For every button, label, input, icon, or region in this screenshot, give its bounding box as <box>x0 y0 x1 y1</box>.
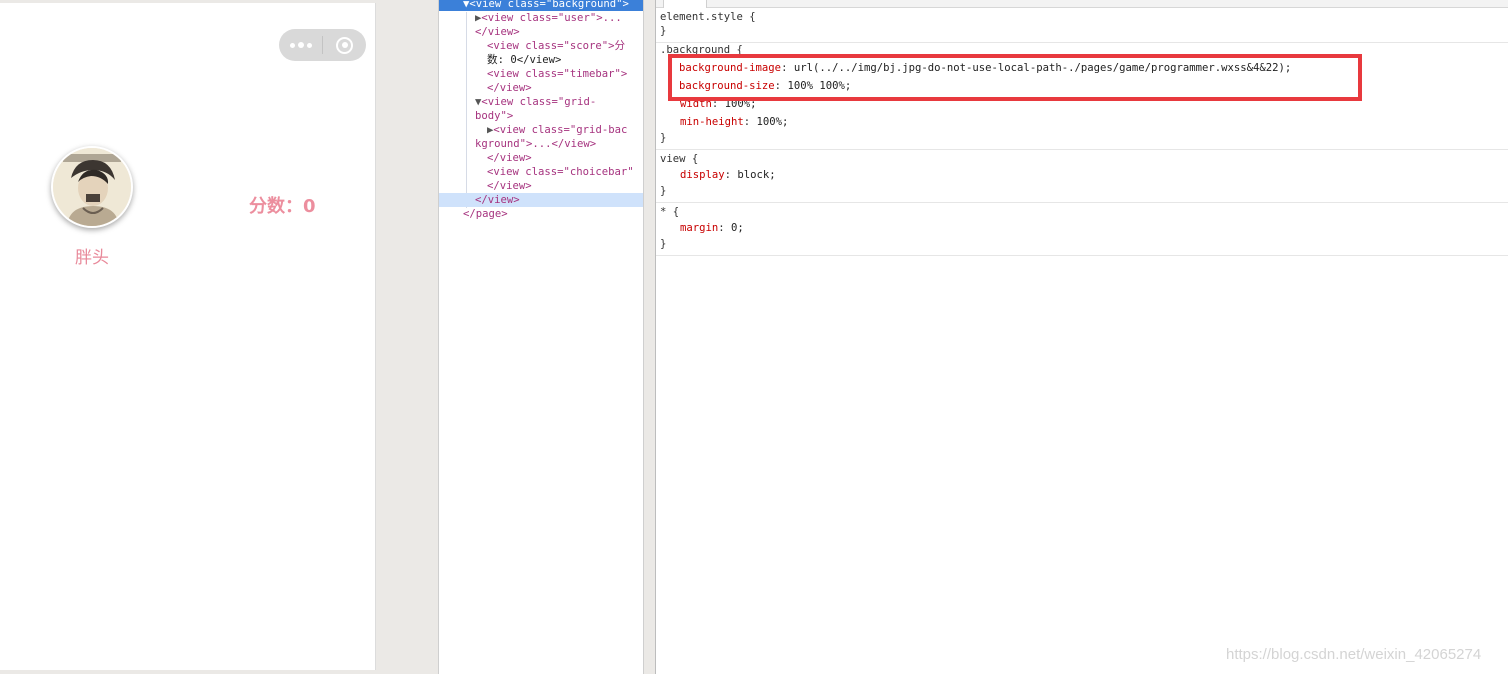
css-value: 100%; <box>756 116 789 128</box>
user-avatar <box>51 146 133 228</box>
css-property: background-size <box>679 80 775 92</box>
tree-node-label: <view class="score">分 <box>487 40 626 52</box>
collapse-triangle-icon: ▼ <box>475 96 482 108</box>
blog-watermark: https://blog.csdn.net/weixin_42065274 <box>1226 646 1482 663</box>
tree-node-background[interactable]: ▼<view class="background"> <box>439 0 643 11</box>
css-property: margin <box>680 222 719 234</box>
tree-node-label: <view class="user">... <box>481 12 622 24</box>
tree-node-grid-body-cont[interactable]: body"> <box>439 109 643 123</box>
tree-node-choicebar[interactable]: <view class="choicebar" <box>439 165 643 179</box>
menu-capsule <box>279 29 366 61</box>
tree-node-label: <view class="background"> <box>469 0 629 10</box>
styles-tab[interactable] <box>663 0 707 8</box>
tree-node-close-background[interactable]: </view> <box>439 193 643 207</box>
tree-node-score-cont[interactable]: 数: 0</view> <box>439 53 643 67</box>
more-dot-icon <box>289 42 295 48</box>
tree-node-label: 数: 0</view> <box>487 54 562 66</box>
css-property: background-image <box>679 62 782 74</box>
element-tree-panel: ▼<view class="background"> ▶<view class=… <box>438 0 644 674</box>
target-circle-icon <box>336 36 353 54</box>
tree-node-label: </view> <box>475 26 520 38</box>
rule-divider <box>656 202 1508 203</box>
tree-node-close[interactable]: </view> <box>439 179 643 193</box>
more-dot-icon <box>297 42 304 48</box>
margin-declaration[interactable]: margin: 0; <box>680 219 744 237</box>
rule-close-brace: } <box>660 132 667 144</box>
rule-divider <box>656 149 1508 150</box>
tree-node-label: <view class="grid- <box>481 96 597 108</box>
tree-node-label: <view class="grid-bac <box>493 124 628 136</box>
tree-node-label: </view> <box>487 82 532 94</box>
tree-node-timebar[interactable]: <view class="timebar"> <box>439 67 643 81</box>
tree-node-label: kground">...</view> <box>475 138 597 150</box>
tree-node-grid-body[interactable]: ▼<view class="grid- <box>439 95 643 109</box>
styles-panel: element.style { } .background { width: 1… <box>655 0 1508 674</box>
expand-triangle-icon: ▶ <box>487 124 494 136</box>
tree-node-label: body"> <box>475 110 514 122</box>
tree-node-label: </view> <box>475 194 520 206</box>
rule-close-brace: } <box>660 25 667 37</box>
more-menu-button[interactable] <box>279 29 322 61</box>
css-property: display <box>680 169 725 181</box>
styles-tab-strip <box>656 0 1508 8</box>
expand-triangle-icon: ▶ <box>475 12 482 24</box>
rule-divider <box>656 255 1508 256</box>
universal-selector[interactable]: * { <box>660 203 679 221</box>
collapse-triangle-icon: ▼ <box>463 0 470 10</box>
more-dot-icon <box>306 42 312 48</box>
tree-node-page-close[interactable]: </page> <box>439 207 643 221</box>
css-value: 100% 100%; <box>787 80 852 92</box>
min-height-declaration[interactable]: min-height: 100%; <box>680 113 788 131</box>
rule-close-brace: } <box>660 185 667 197</box>
tree-node-grid-background-cont[interactable]: kground">...</view> <box>439 137 643 151</box>
css-value: block; <box>737 169 776 181</box>
portrait-icon <box>53 148 131 226</box>
rule-divider <box>656 42 1508 43</box>
highlight-box: background-image: url(../../img/bj.jpg-d… <box>668 54 1362 101</box>
score-label: 分数：0 <box>249 196 316 217</box>
tree-node-label: </view> <box>487 152 532 164</box>
tree-node-close[interactable]: </view> <box>439 81 643 95</box>
css-property: min-height <box>680 116 744 128</box>
tree-node-user[interactable]: ▶<view class="user">... <box>439 11 643 25</box>
tree-node-close[interactable]: </view> <box>439 151 643 165</box>
tree-node-label: </page> <box>463 208 508 220</box>
css-value: url(../../img/bj.jpg-do-not-use-local-pa… <box>793 62 1292 74</box>
tree-node-grid-background[interactable]: ▶<view class="grid-bac <box>439 123 643 137</box>
element-style-selector[interactable]: element.style { <box>660 8 756 26</box>
display-declaration[interactable]: display: block; <box>680 166 776 184</box>
user-nickname: 胖头 <box>75 248 109 268</box>
close-miniprogram-button[interactable] <box>323 29 366 61</box>
rule-close-brace: } <box>660 238 667 250</box>
tree-node-label: <view class="timebar"> <box>487 68 628 80</box>
css-value: 0; <box>731 222 744 234</box>
simulator-screen: 胖头 分数：0 <box>0 3 376 670</box>
background-image-declaration[interactable]: background-image: url(../../img/bj.jpg-d… <box>679 59 1291 77</box>
tree-node-label: </view> <box>487 180 532 192</box>
tree-node-score[interactable]: <view class="score">分 <box>439 39 643 53</box>
tree-node-close[interactable]: </view> <box>439 25 643 39</box>
tree-node-label: <view class="choicebar" <box>487 166 634 178</box>
background-size-declaration[interactable]: background-size: 100% 100%; <box>679 77 851 95</box>
